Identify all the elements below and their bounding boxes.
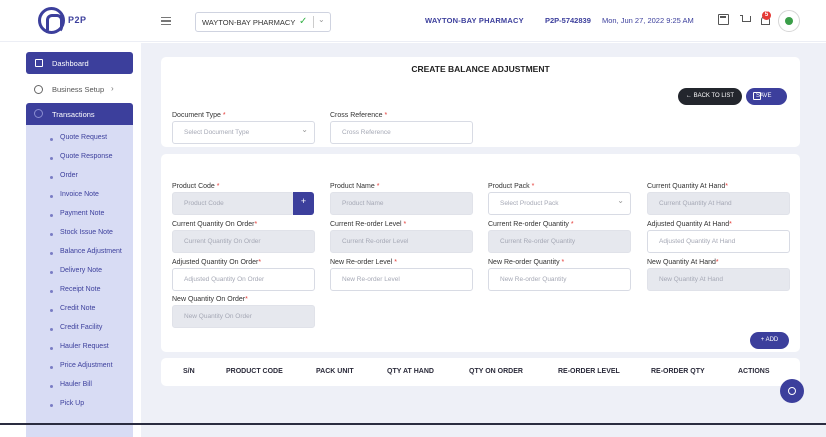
sidebar-item-dashboard[interactable]: Dashboard xyxy=(26,52,133,74)
product-name-label: Product Name * xyxy=(330,183,380,190)
current-reorder-qty-label: Current Re-order Quantity * xyxy=(488,221,574,228)
current-qty-hand-input[interactable]: Current Quantity At Hand xyxy=(647,192,790,215)
sidebar-subitem-delivery-note[interactable]: Delivery Note xyxy=(26,264,133,280)
cross-reference-input[interactable]: Cross Reference xyxy=(330,121,473,144)
sidebar-subitem-hauler-bill[interactable]: Hauler Bill xyxy=(26,378,133,394)
add-product-icon[interactable]: + xyxy=(293,192,314,215)
check-icon: ✓ xyxy=(299,16,308,27)
sidebar-subitem-pick-up[interactable]: Pick Up xyxy=(26,397,133,413)
sidebar-subitem-order[interactable]: Order xyxy=(26,169,133,185)
sidebar-subitem-invoice-note[interactable]: Invoice Note xyxy=(26,188,133,204)
pharmacy-select-value: WAYTON-BAY PHARMACY xyxy=(202,18,296,27)
current-reorder-level-label: Current Re-order Level * xyxy=(330,221,407,228)
new-reorder-qty-label: New Re-order Quantity * xyxy=(488,259,565,266)
select-separator xyxy=(313,16,314,28)
sidebar-subitem-stock-issue-note[interactable]: Stock Issue Note xyxy=(26,226,133,242)
cart-icon[interactable] xyxy=(740,14,751,25)
sidebar-item-label: Dashboard xyxy=(52,59,89,68)
gear-icon xyxy=(34,85,43,94)
new-qty-order-input[interactable]: New Quantity On Order xyxy=(172,305,315,328)
add-button[interactable]: + ADD xyxy=(750,332,789,349)
top-header: P2P WAYTON-BAY PHARMACY ✓ ⌄ WAYTON-BAY P… xyxy=(0,0,826,42)
pharmacy-name: WAYTON-BAY PHARMACY xyxy=(425,16,524,25)
chevron-down-icon[interactable]: ⌄ xyxy=(318,15,325,24)
table-header-sn: S/N xyxy=(183,368,195,375)
table-header-reorder-qty: RE-ORDER QTY xyxy=(651,368,705,375)
new-reorder-level-label: New Re-order Level * xyxy=(330,259,397,266)
table-header-reorder-level: RE-ORDER LEVEL xyxy=(558,368,620,375)
calculator-icon[interactable] xyxy=(718,14,729,25)
transactions-submenu: Quote Request Quote Response Order Invoi… xyxy=(26,125,133,437)
p2p-logo-icon[interactable] xyxy=(38,7,65,34)
new-reorder-qty-input[interactable]: New Re-order Quantity xyxy=(488,268,631,291)
avatar[interactable] xyxy=(778,10,800,32)
product-name-input[interactable]: Product Name xyxy=(330,192,473,215)
new-qty-hand-input[interactable]: New Quantity At Hand xyxy=(647,268,790,291)
table-header-product-code: PRODUCT CODE xyxy=(226,368,283,375)
current-qty-hand-label: Current Quantity At Hand* xyxy=(647,183,728,190)
adjusted-qty-order-label: Adjusted Quantity On Order* xyxy=(172,259,262,266)
sidebar-subitem-credit-facility[interactable]: Credit Facility xyxy=(26,321,133,337)
transactions-icon xyxy=(34,109,43,118)
grid-icon xyxy=(35,59,43,67)
table-header-actions: ACTIONS xyxy=(738,368,770,375)
product-pack-select[interactable]: Select Product Pack xyxy=(488,192,631,215)
bottom-divider xyxy=(0,423,826,425)
new-qty-order-label: New Quantity On Order* xyxy=(172,296,248,303)
back-to-list-label: BACK TO LIST xyxy=(693,93,735,99)
sidebar-subitem-quote-request[interactable]: Quote Request xyxy=(26,131,133,147)
sidebar-subitem-payment-note[interactable]: Payment Note xyxy=(26,207,133,223)
page-title: CREATE BALANCE ADJUSTMENT xyxy=(411,64,550,74)
sidebar: Dashboard Business Setup › Transactions … xyxy=(20,43,138,437)
current-qty-order-input[interactable]: Current Quantity On Order xyxy=(172,230,315,253)
sidebar-subitem-quote-response[interactable]: Quote Response xyxy=(26,150,133,166)
product-pack-label: Product Pack * xyxy=(488,183,535,190)
hamburger-menu-icon[interactable] xyxy=(161,17,171,25)
sidebar-item-label: Transactions xyxy=(52,110,95,119)
current-qty-order-label: Current Quantity On Order* xyxy=(172,221,258,228)
sidebar-subitem-receipt-note[interactable]: Receipt Note xyxy=(26,283,133,299)
arrow-left-icon: ← xyxy=(685,93,694,99)
document-type-label: Document Type * xyxy=(172,112,226,119)
sidebar-subitem-price-adjustment[interactable]: Price Adjustment xyxy=(26,359,133,375)
new-qty-hand-label: New Quantity At Hand* xyxy=(647,259,719,266)
adjusted-qty-hand-input[interactable]: Adjusted Quantity At Hand xyxy=(647,230,790,253)
current-reorder-level-input[interactable]: Current Re-order Level xyxy=(330,230,473,253)
save-button[interactable]: SAVE xyxy=(746,88,787,105)
settings-fab-icon[interactable] xyxy=(780,379,804,403)
new-reorder-level-input[interactable]: New Re-order Level xyxy=(330,268,473,291)
sidebar-item-transactions[interactable]: Transactions xyxy=(26,103,133,125)
notification-badge: 5 xyxy=(762,11,771,20)
header-datetime: Mon, Jun 27, 2022 9:25 AM xyxy=(602,16,694,25)
sidebar-subitem-balance-adjustment[interactable]: Balance Adjustment xyxy=(26,245,133,261)
product-code-input[interactable]: Product Code xyxy=(172,192,294,215)
cross-reference-label: Cross Reference * xyxy=(330,112,388,119)
save-disk-icon xyxy=(753,92,761,100)
adjusted-qty-hand-label: Adjusted Quantity At Hand* xyxy=(647,221,732,228)
current-reorder-qty-input[interactable]: Current Re-order Quantity xyxy=(488,230,631,253)
table-header-qty-on-order: QTY ON ORDER xyxy=(469,368,523,375)
document-type-select[interactable]: Select Document Type xyxy=(172,121,315,144)
table-header-pack-unit: PACK UNIT xyxy=(316,368,354,375)
pharmacy-code: P2P-5742839 xyxy=(545,16,591,25)
sidebar-subitem-hauler-request[interactable]: Hauler Request xyxy=(26,340,133,356)
back-to-list-button[interactable]: ← BACK TO LIST xyxy=(678,88,742,105)
table-header-qty-at-hand: QTY AT HAND xyxy=(387,368,434,375)
logo-text: P2P xyxy=(68,15,87,25)
adjusted-qty-order-input[interactable]: Adjusted Quantity On Order xyxy=(172,268,315,291)
sidebar-item-business-setup[interactable]: Business Setup › xyxy=(26,81,133,101)
product-code-label: Product Code * xyxy=(172,183,220,190)
sidebar-subitem-credit-note[interactable]: Credit Note xyxy=(26,302,133,318)
pharmacy-select[interactable]: WAYTON-BAY PHARMACY ✓ ⌄ xyxy=(195,12,331,32)
sidebar-item-label: Business Setup xyxy=(52,85,105,94)
chevron-right-icon: › xyxy=(111,84,114,93)
